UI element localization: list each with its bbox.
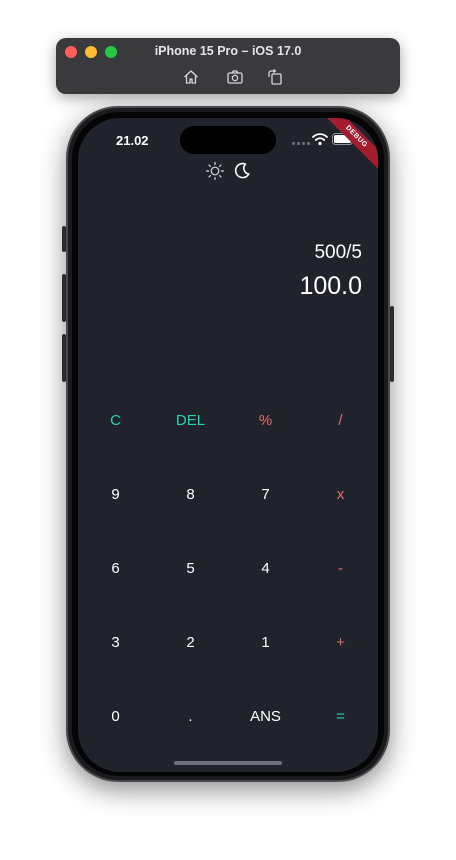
key-divide[interactable]: / bbox=[303, 383, 378, 457]
power-button[interactable] bbox=[390, 306, 394, 382]
volume-down-button[interactable] bbox=[62, 334, 66, 382]
key-delete[interactable]: DEL bbox=[153, 383, 228, 457]
status-time: 21.02 bbox=[116, 133, 149, 148]
key-clear[interactable]: C bbox=[78, 383, 153, 457]
key-equals[interactable]: = bbox=[303, 679, 378, 753]
key-percent[interactable]: % bbox=[228, 383, 303, 457]
simulator-page: iPhone 15 Pro – iOS 17.0 21.02 DEBUG 500… bbox=[0, 0, 456, 860]
wifi-icon bbox=[312, 133, 328, 146]
action-button[interactable] bbox=[62, 226, 66, 252]
key-decimal[interactable]: . bbox=[153, 679, 228, 753]
key-7[interactable]: 7 bbox=[228, 457, 303, 531]
key-1[interactable]: 1 bbox=[228, 605, 303, 679]
dynamic-island bbox=[180, 126, 276, 154]
sun-icon[interactable] bbox=[205, 161, 225, 181]
key-2[interactable]: 2 bbox=[153, 605, 228, 679]
key-add[interactable]: + bbox=[303, 605, 378, 679]
key-3[interactable]: 3 bbox=[78, 605, 153, 679]
key-subtract[interactable]: - bbox=[303, 531, 378, 605]
key-0[interactable]: 0 bbox=[78, 679, 153, 753]
volume-up-button[interactable] bbox=[62, 274, 66, 322]
expression-display: 500/5 bbox=[314, 242, 362, 263]
key-5[interactable]: 5 bbox=[153, 531, 228, 605]
home-indicator[interactable] bbox=[174, 761, 282, 765]
key-4[interactable]: 4 bbox=[228, 531, 303, 605]
key-multiply[interactable]: x bbox=[303, 457, 378, 531]
key-8[interactable]: 8 bbox=[153, 457, 228, 531]
moon-icon[interactable] bbox=[232, 161, 252, 181]
result-display: 100.0 bbox=[299, 272, 362, 300]
screenshot-icon[interactable] bbox=[226, 68, 244, 86]
signal-icon bbox=[292, 142, 310, 145]
rotate-icon[interactable] bbox=[266, 68, 284, 86]
simulator-toolbar: iPhone 15 Pro – iOS 17.0 bbox=[56, 38, 400, 94]
simulator-title: iPhone 15 Pro – iOS 17.0 bbox=[154, 44, 302, 58]
home-icon[interactable] bbox=[182, 68, 200, 86]
key-9[interactable]: 9 bbox=[78, 457, 153, 531]
app-screen: 21.02 DEBUG 500/5 100.0 C DEL % / 9 8 7 … bbox=[78, 118, 378, 772]
key-6[interactable]: 6 bbox=[78, 531, 153, 605]
key-ans[interactable]: ANS bbox=[228, 679, 303, 753]
